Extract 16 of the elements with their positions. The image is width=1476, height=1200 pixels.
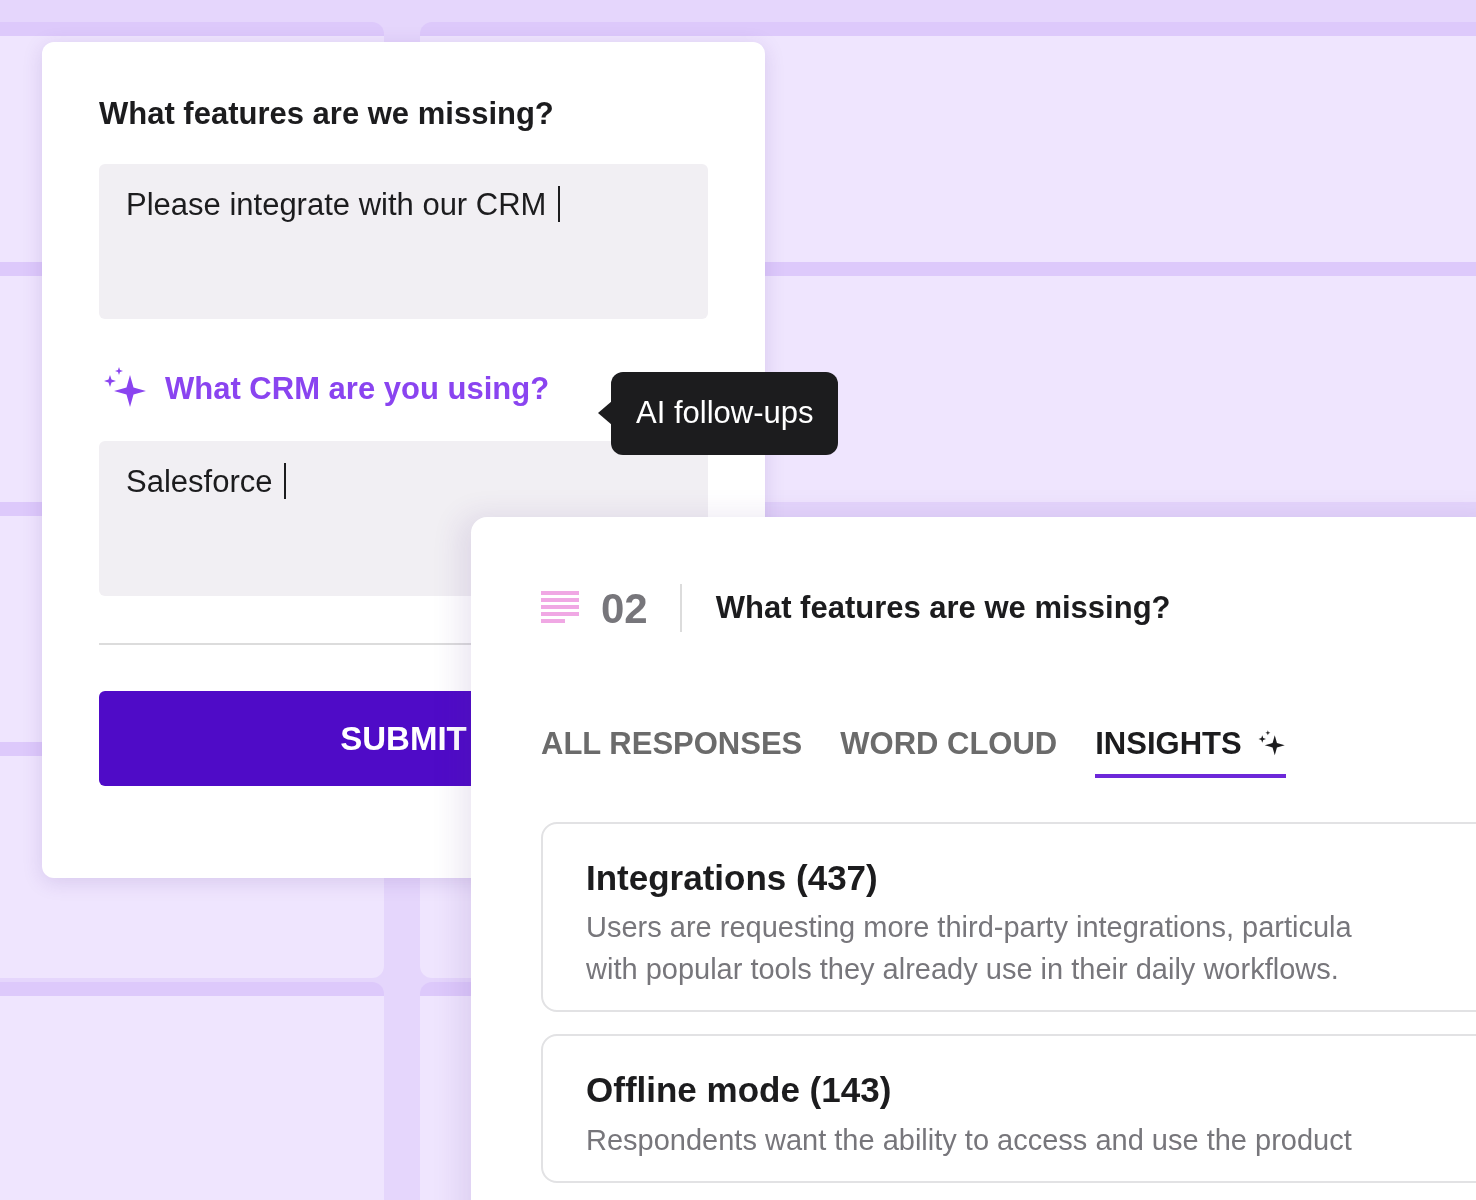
text-lines-icon [541, 591, 579, 625]
follow-up-question: What CRM are you using? [165, 369, 550, 408]
question-title: What features are we missing? [99, 95, 555, 133]
text-caret [558, 186, 561, 222]
insight-description: with popular tools they already use in their daily workflows. [586, 952, 1340, 987]
insight-description: Users are requesting more third-party integrations, particula [586, 910, 1353, 945]
tooltip-pointer [598, 401, 612, 425]
insight-title: Integrations (437) [586, 856, 879, 899]
tooltip: AI follow-ups [611, 372, 839, 455]
tab[interactable]: WORD CLOUD [840, 721, 1058, 778]
text-caret [284, 463, 287, 499]
tab[interactable]: INSIGHTS [1095, 721, 1286, 778]
insight-title: Offline mode (143) [586, 1069, 893, 1111]
question-title: What features are we missing? [715, 588, 1171, 627]
answer-field[interactable]: Please integrate with our CRM [99, 164, 708, 319]
insight-description: Respondents want the ability to access and use the product [586, 1122, 1353, 1158]
